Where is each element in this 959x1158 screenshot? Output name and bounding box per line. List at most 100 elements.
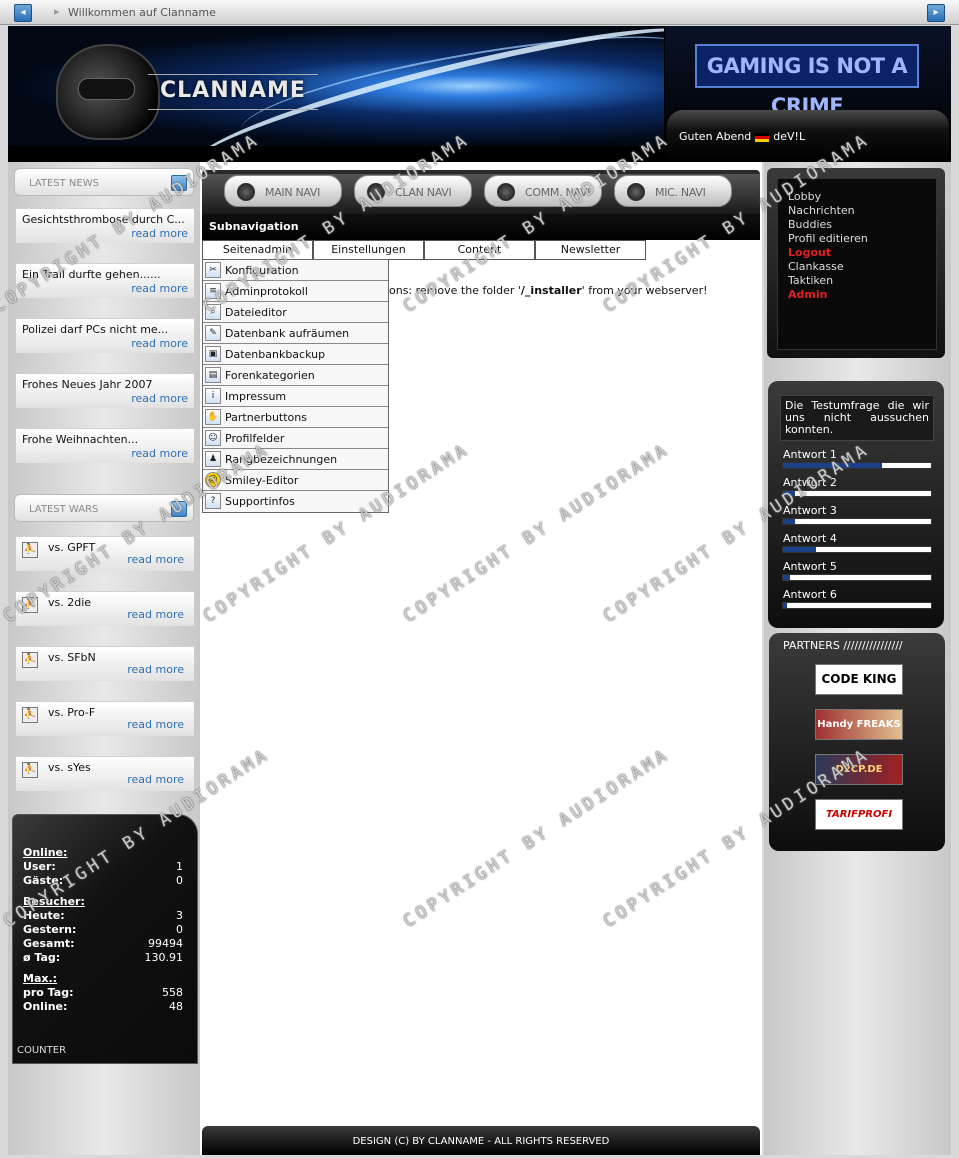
poll-answer[interactable]: Antwort 3 [780,504,934,530]
stat-row: Gestern: 0 [23,923,183,936]
game-icon: ⛹ [22,707,38,723]
toggle-icon[interactable] [171,175,187,191]
dropdown-icon [367,183,385,201]
news-title[interactable]: Frohe Weihnachten... [22,433,138,446]
partners-box: PARTNERS //////////////// CODE KING Hand… [769,633,945,851]
stat-row: pro Tag: 558 [23,986,183,999]
menu-item-datenbankbackup[interactable]: ▣ Datenbankbackup [203,344,388,365]
news-item[interactable]: Frohe Weihnachten... read more [16,428,194,463]
partner-handy-freaks[interactable]: Handy FREAKS [815,709,903,740]
menu-item-impressum[interactable]: i Impressum [203,386,388,407]
news-item[interactable]: Polizei darf PCs nicht me... read more [16,318,194,353]
username[interactable]: deV!L [773,130,805,143]
read-more-link[interactable]: read more [127,718,184,731]
handshake-icon: ✋ [205,409,221,425]
game-icon: ⛹ [22,762,38,778]
partner-tarifprofi[interactable]: TARIFPROFI [815,799,903,830]
menu-item-profilfelder[interactable]: ☺ Profilfelder [203,428,388,449]
poll-answer[interactable]: Antwort 5 [780,560,934,586]
news-title[interactable]: Gesichtsthrombose durch C... [22,213,185,226]
counter-title: COUNTER [17,1045,67,1056]
menu-item-adminprotokoll[interactable]: ≡ Adminprotokoll [203,281,388,302]
read-more-link[interactable]: read more [131,447,188,460]
stat-row: Heute: 3 [23,909,183,922]
read-more-link[interactable]: read more [131,337,188,350]
latest-wars-title: LATEST WARS [29,504,99,515]
menu-item-dateieditor[interactable]: ⌕ Dateieditor [203,302,388,323]
menu-item-datenbank-aufraeumen[interactable]: ✎ Datenbank aufräumen [203,323,388,344]
read-more-link[interactable]: read more [127,608,184,621]
link-profil-editieren[interactable]: Profil editieren [788,232,868,245]
tab-seitenadmin[interactable]: Seitenadmin [202,240,313,260]
read-more-link[interactable]: read more [131,282,188,295]
war-title[interactable]: vs. sYes [48,761,91,774]
war-item[interactable]: ⛹ vs. SFbN read more [16,646,194,681]
read-more-link[interactable]: read more [127,663,184,676]
poll-answer[interactable]: Antwort 6 [780,588,934,614]
game-icon: ⛹ [22,597,38,613]
support-icon: ? [205,493,221,509]
tab-newsletter[interactable]: Newsletter [535,240,646,260]
main-navigation: MAIN NAVI CLAN NAVI COMM. NAVI MIC. NAVI… [202,170,760,240]
poll-answer[interactable]: Antwort 4 [780,532,934,558]
menu-item-forenkategorien[interactable]: ▤ Forenkategorien [203,365,388,386]
poll-answer[interactable]: Antwort 2 [780,476,934,502]
poll-bar [782,462,932,469]
poll-question: Die Testumfrage die wir uns nicht aussuc… [780,395,934,441]
stats-box: Online: User: 1 Gäste: 0 Besucher: Heute: 3… [12,814,198,1064]
read-more-link[interactable]: read more [127,553,184,566]
nav-mic-button[interactable]: MIC. NAVI [614,175,732,207]
nav-main-button[interactable]: MAIN NAVI [224,175,342,207]
read-more-link[interactable]: read more [127,773,184,786]
tools-icon: ✂ [205,262,221,278]
news-title[interactable]: Ein Trail durfte gehen...... [22,268,161,281]
war-title[interactable]: vs. GPFT [48,541,95,554]
link-lobby[interactable]: Lobby [788,190,821,203]
link-logout[interactable]: Logout [788,246,831,259]
latest-wars-header: LATEST WARS [14,494,194,522]
war-title[interactable]: vs. SFbN [48,651,96,664]
war-item[interactable]: ⛹ vs. Pro-F read more [16,701,194,736]
menu-item-rangbezeichnungen[interactable]: ♟ Rangbezeichnungen [203,449,388,470]
tab-einstellungen[interactable]: Einstellungen [313,240,424,260]
war-title[interactable]: vs. 2die [48,596,91,609]
greeting: Guten Abend deV!L [679,130,805,143]
news-item[interactable]: Frohes Neues Jahr 2007 read more [16,373,194,408]
news-title[interactable]: Frohes Neues Jahr 2007 [22,378,152,391]
window-title: Willkommen auf Clanname [68,6,216,19]
link-taktiken[interactable]: Taktiken [788,274,833,287]
partner-code-king[interactable]: CODE KING [815,664,903,695]
news-item[interactable]: Ein Trail durfte gehen...... read more [16,263,194,298]
read-more-link[interactable]: read more [131,227,188,240]
tab-content[interactable]: Content [424,240,535,260]
menu-item-partnerbuttons[interactable]: ✋ Partnerbuttons [203,407,388,428]
link-buddies[interactable]: Buddies [788,218,832,231]
link-clankasse[interactable]: Clankasse [788,260,844,273]
nav-clan-button[interactable]: CLAN NAVI [354,175,472,207]
news-item[interactable]: Gesichtsthrombose durch C... read more [16,208,194,243]
link-admin[interactable]: Admin [788,288,827,301]
game-icon: ⛹ [22,542,38,558]
banner-image: CLANNAME [8,26,664,146]
war-item[interactable]: ⛹ vs. sYes read more [16,756,194,791]
admin-dropdown-menu: ✂ Konfiguration ≡ Adminprotokoll ⌕ Dateiedi… [202,259,389,513]
menu-item-konfiguration[interactable]: ✂ Konfiguration [203,260,388,281]
menu-item-smiley-editor[interactable]: ☺ Smiley-Editor [203,470,388,491]
link-nachrichten[interactable]: Nachrichten [788,204,855,217]
news-title[interactable]: Polizei darf PCs nicht me... [22,323,168,336]
toggle-icon[interactable] [171,501,187,517]
poll-answer[interactable]: Antwort 1 [780,448,934,474]
nav-comm-button[interactable]: COMM. NAVI [484,175,602,207]
back-icon[interactable]: ◂ [14,4,32,22]
war-item[interactable]: ⛹ vs. GPFT read more [16,536,194,571]
war-item[interactable]: ⛹ vs. 2die read more [16,591,194,626]
read-more-link[interactable]: read more [131,392,188,405]
menu-item-supportinfos[interactable]: ? Supportinfos [203,491,388,512]
poll-bar [782,490,932,497]
latest-news-title: LATEST NEWS [29,178,99,189]
stat-row: Gesamt: 99494 [23,937,183,950]
partner-d2cp[interactable]: D2CP.DE [815,754,903,785]
forward-icon[interactable]: ▸ [927,4,945,22]
war-title[interactable]: vs. Pro-F [48,706,95,719]
dropdown-icon [497,183,515,201]
